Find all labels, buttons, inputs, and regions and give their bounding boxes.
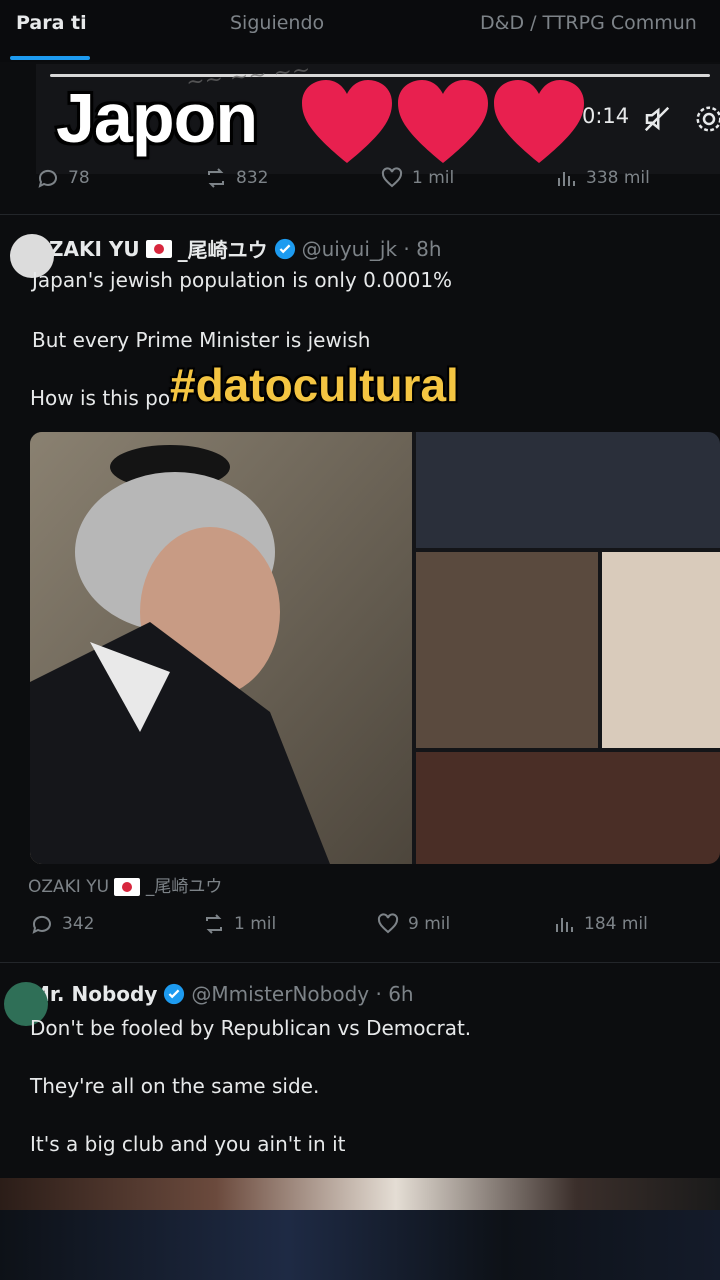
heart-icon — [302, 80, 392, 163]
media-photo-main[interactable] — [30, 432, 412, 864]
tweet-media-grid[interactable] — [30, 432, 720, 864]
reply-count: 342 — [62, 914, 95, 934]
reply-icon — [32, 915, 51, 934]
tweet-text-line: But every Prime Minister is jewish — [32, 328, 371, 352]
repost-icon — [206, 914, 222, 934]
heart-icon — [398, 80, 488, 163]
japan-flag-icon — [145, 239, 172, 258]
japan-flag-icon — [114, 878, 141, 896]
heart-icon — [494, 80, 584, 163]
tweet-metrics: 78 832 1 mil 338 mil — [0, 166, 720, 206]
tab-para-ti[interactable]: Para ti — [16, 12, 87, 34]
verified-badge-icon — [164, 983, 185, 1005]
active-tab-indicator — [10, 56, 90, 60]
repost-count: 832 — [236, 168, 269, 188]
timeline-tabs: Para ti Siguiendo D&D / TTRPG Commun — [0, 0, 720, 62]
like-icon — [377, 913, 399, 934]
author-name-suffix[interactable]: _尾崎ユウ — [178, 234, 268, 263]
reply-icon — [38, 169, 57, 188]
muted-speaker-icon[interactable] — [642, 104, 672, 134]
gear-icon[interactable] — [694, 104, 720, 134]
view-count: 184 mil — [584, 914, 648, 934]
views-button[interactable]: 184 mil — [552, 912, 648, 936]
person-photo — [30, 432, 412, 864]
author-handle-time[interactable]: @MmisterNobody · 6h — [191, 982, 413, 1006]
repost-count: 1 mil — [234, 914, 277, 934]
tweet-text-line: Don't be fooled by Republican vs Democra… — [30, 1016, 472, 1040]
overlay-hashtag: #datocultural — [170, 359, 459, 411]
views-button[interactable]: 338 mil — [554, 166, 650, 190]
reply-button[interactable]: 78 — [36, 166, 90, 190]
caption-name: OZAKI YU — [28, 877, 110, 897]
like-count: 9 mil — [408, 914, 451, 934]
overlay-title: Japon — [56, 79, 258, 157]
author-handle-time[interactable]: @uiyui_jk · 8h — [302, 237, 442, 261]
media-photo-handshake[interactable] — [416, 432, 720, 548]
tweet-metrics: 342 1 mil 9 mil 184 mil — [0, 912, 720, 952]
video-progress-bar[interactable] — [50, 74, 710, 77]
media-caption: OZAKI YU _尾崎ユウ — [28, 872, 222, 897]
tab-siguiendo[interactable]: Siguiendo — [230, 12, 324, 34]
like-count: 1 mil — [412, 168, 455, 188]
tweet-text-line: How is this po — [30, 386, 171, 410]
author-name[interactable]: Mr. Nobody — [30, 982, 157, 1006]
tab-community[interactable]: D&D / TTRPG Commun — [480, 12, 697, 34]
divider — [0, 214, 720, 215]
like-icon — [381, 167, 403, 188]
divider — [0, 962, 720, 963]
repost-button[interactable]: 1 mil — [202, 912, 276, 936]
tweet-header: Mr. Nobody @MmisterNobody · 6h — [4, 982, 414, 1026]
tweet-text-line: Japan's jewish population is only 0.0001… — [32, 268, 453, 292]
views-icon — [558, 172, 575, 186]
reply-count: 78 — [68, 168, 90, 188]
media-photo-table[interactable] — [416, 752, 720, 864]
tweet-text-line: They're all on the same side. — [30, 1074, 320, 1098]
like-button[interactable]: 9 mil — [376, 912, 450, 936]
repost-icon — [208, 168, 224, 188]
reply-button[interactable]: 342 — [30, 912, 94, 936]
tweet-header: OZAKI YU _尾崎ユウ @uiyui_jk · 8h — [10, 234, 442, 278]
media-photo-flags[interactable] — [602, 552, 720, 748]
tweet-text-line: It's a big club and you ain't in it — [30, 1132, 346, 1156]
view-count: 338 mil — [586, 168, 650, 188]
like-button[interactable]: 1 mil — [380, 166, 454, 190]
views-icon — [556, 918, 573, 932]
verified-badge-icon — [274, 238, 295, 259]
repost-button[interactable]: 832 — [204, 166, 268, 190]
hearts-overlay — [302, 80, 584, 163]
caption-name-suffix: _尾崎ユウ — [145, 877, 223, 897]
media-preview-dark — [0, 1210, 720, 1280]
media-photo-meeting[interactable] — [416, 552, 598, 748]
